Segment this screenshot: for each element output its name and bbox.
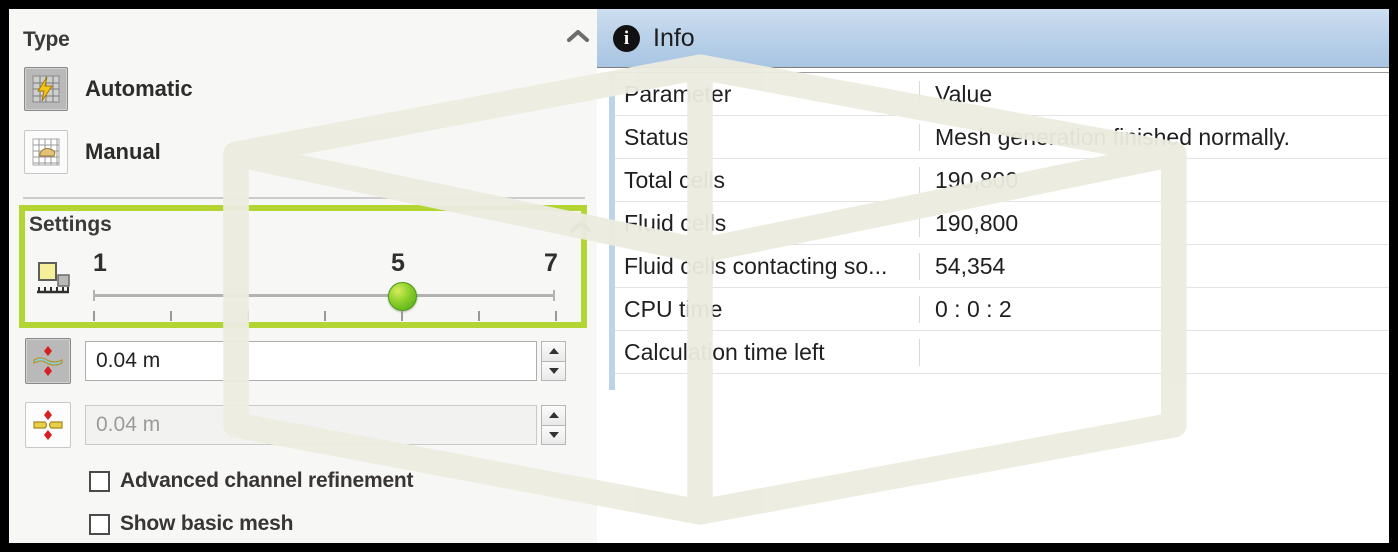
level-of-initial-mesh-slider[interactable]: 1 5 7 <box>91 249 558 321</box>
table-cell-parameter: Calculation time left <box>610 338 920 366</box>
show-basic-mesh-checkbox-row[interactable]: Show basic mesh <box>89 512 293 536</box>
type-option-manual[interactable]: Manual <box>24 130 161 174</box>
table-row[interactable]: Fluid cells 190,800 <box>610 202 1389 245</box>
table-cell-parameter: Parameter <box>610 80 920 108</box>
info-panel: i Info Parameter Value Status Mesh generati… <box>597 9 1389 543</box>
minimum-wall-thickness-stepper[interactable] <box>541 405 566 445</box>
mesh-settings-panel: Type Automatic Manual Settings 1 5 7 0.0… <box>9 9 597 543</box>
table-cell-value: Mesh generation finished normally. <box>935 123 1290 150</box>
settings-section-title: Settings <box>29 213 112 236</box>
minimum-gap-size-icon[interactable] <box>25 338 71 384</box>
slider-tick <box>93 311 95 321</box>
table-cell-value: 190,800 <box>935 209 1019 236</box>
info-icon: i <box>613 24 640 52</box>
level-of-initial-mesh-icon <box>33 259 75 301</box>
slider-track[interactable] <box>93 290 555 301</box>
type-option-automatic-label: Automatic <box>85 76 193 101</box>
table-cell-value: 190,800 <box>935 166 1019 193</box>
minimum-wall-thickness-row: 0.04 m <box>25 401 566 449</box>
table-row[interactable]: Fluid cells contacting so... 54,354 <box>610 245 1389 288</box>
minimum-gap-size-input[interactable]: 0.04 m <box>85 341 537 381</box>
show-basic-mesh-checkbox[interactable] <box>89 513 110 535</box>
slider-max-label: 7 <box>544 249 558 277</box>
manual-mesh-icon <box>24 130 68 174</box>
table-cell-value: 0 : 0 : 2 <box>935 295 1012 322</box>
table-cell-parameter: Status <box>610 123 920 151</box>
show-basic-mesh-label: Show basic mesh <box>120 512 294 535</box>
spin-up-icon[interactable] <box>541 405 566 426</box>
info-panel-title: Info <box>653 23 695 52</box>
settings-chevron-up-icon[interactable] <box>567 217 593 235</box>
table-cell-parameter: Fluid cells <box>610 209 920 237</box>
section-divider <box>23 197 585 199</box>
chevron-up-icon[interactable] <box>565 27 591 45</box>
spin-down-icon[interactable] <box>541 425 566 445</box>
minimum-gap-size-stepper[interactable] <box>541 341 566 381</box>
spin-up-icon[interactable] <box>541 341 566 362</box>
table-cell-parameter: Fluid cells contacting so... <box>610 252 920 280</box>
automatic-mesh-icon <box>24 67 68 111</box>
table-cell-value: 54,354 <box>935 252 1006 279</box>
table-row[interactable]: Status Mesh generation finished normally. <box>610 116 1389 159</box>
info-panel-header: i Info <box>597 9 1389 68</box>
slider-tick <box>170 311 172 321</box>
table-cell-value: Value <box>935 80 993 107</box>
table-row[interactable]: Calculation time left <box>610 331 1389 374</box>
slider-tick <box>247 311 249 321</box>
table-row[interactable]: CPU time 0 : 0 : 2 <box>610 288 1389 331</box>
type-option-manual-label: Manual <box>85 139 161 164</box>
minimum-wall-thickness-icon[interactable] <box>25 402 71 448</box>
table-row[interactable]: Total cells 190,800 <box>610 159 1389 202</box>
slider-tick <box>324 311 326 321</box>
advanced-channel-refinement-checkbox-row[interactable]: Advanced channel refinement <box>89 469 414 493</box>
type-section-title: Type <box>23 28 70 51</box>
table-header-row: Parameter Value <box>610 73 1389 116</box>
table-cell-parameter: Total cells <box>610 166 920 194</box>
slider-tick <box>478 311 480 321</box>
app-window: Type Automatic Manual Settings 1 5 7 0.0… <box>0 0 1398 552</box>
table-left-accent <box>609 72 615 390</box>
type-option-automatic[interactable]: Automatic <box>24 67 193 111</box>
minimum-wall-thickness-input[interactable]: 0.04 m <box>85 405 537 445</box>
slider-min-label: 1 <box>93 249 107 277</box>
minimum-gap-size-row: 0.04 m <box>25 337 566 385</box>
advanced-channel-refinement-label: Advanced channel refinement <box>120 469 414 492</box>
slider-tick <box>401 311 403 321</box>
spin-down-icon[interactable] <box>541 361 566 381</box>
table-cell-parameter: CPU time <box>610 295 920 323</box>
advanced-channel-refinement-checkbox[interactable] <box>89 470 110 492</box>
slider-tickmarks <box>91 311 557 321</box>
slider-value-label: 5 <box>391 249 405 277</box>
slider-handle[interactable] <box>388 282 417 311</box>
slider-tick <box>555 311 557 321</box>
info-table: Parameter Value Status Mesh generation fini… <box>609 72 1389 374</box>
